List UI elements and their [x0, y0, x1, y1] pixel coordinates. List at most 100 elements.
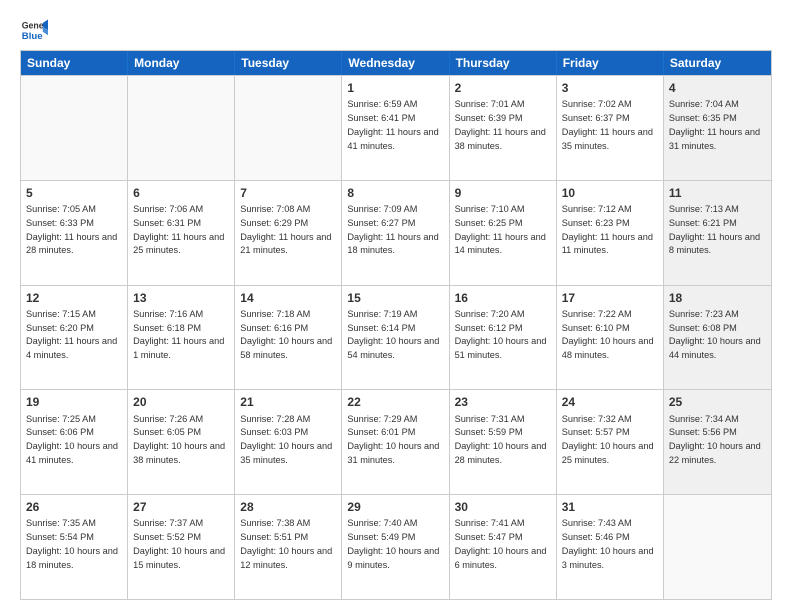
- calendar-cell-25: 25 Sunrise: 7:34 AM Sunset: 5:56 PM Dayli…: [664, 390, 771, 494]
- calendar-cell-15: 15 Sunrise: 7:19 AM Sunset: 6:14 PM Dayli…: [342, 286, 449, 390]
- calendar-cell-empty-2: [235, 76, 342, 180]
- day-number: 14: [240, 290, 336, 306]
- calendar-cell-19: 19 Sunrise: 7:25 AM Sunset: 6:06 PM Dayli…: [21, 390, 128, 494]
- calendar-cell-26: 26 Sunrise: 7:35 AM Sunset: 5:54 PM Dayli…: [21, 495, 128, 599]
- day-number: 13: [133, 290, 229, 306]
- calendar-cell-12: 12 Sunrise: 7:15 AM Sunset: 6:20 PM Dayli…: [21, 286, 128, 390]
- day-number: 17: [562, 290, 658, 306]
- day-info: Sunrise: 7:01 AM Sunset: 6:39 PM Dayligh…: [455, 99, 546, 150]
- calendar-body: 1 Sunrise: 6:59 AM Sunset: 6:41 PM Daylig…: [21, 75, 771, 599]
- day-number: 28: [240, 499, 336, 515]
- day-number: 24: [562, 394, 658, 410]
- day-number: 15: [347, 290, 443, 306]
- calendar-cell-14: 14Sunrise: 7:18 AM Sunset: 6:16 PM Dayli…: [235, 286, 342, 390]
- calendar-cell-30: 30 Sunrise: 7:41 AM Sunset: 5:47 PM Dayli…: [450, 495, 557, 599]
- day-info: Sunrise: 7:26 AM Sunset: 6:05 PM Dayligh…: [133, 414, 225, 465]
- day-number: 18: [669, 290, 766, 306]
- calendar-cell-24: 24 Sunrise: 7:32 AM Sunset: 5:57 PM Dayli…: [557, 390, 664, 494]
- day-number: 3: [562, 80, 658, 96]
- day-number: 11: [669, 185, 766, 201]
- day-number: 30: [455, 499, 551, 515]
- day-number: 26: [26, 499, 122, 515]
- day-info: Sunrise: 7:35 AM Sunset: 5:54 PM Dayligh…: [26, 518, 118, 569]
- day-info: Sunrise: 7:05 AM Sunset: 6:33 PM Dayligh…: [26, 204, 117, 255]
- calendar-cell-7: 7Sunrise: 7:08 AM Sunset: 6:29 PM Daylig…: [235, 181, 342, 285]
- day-number: 1: [347, 80, 443, 96]
- calendar-cell-3: 3 Sunrise: 7:02 AM Sunset: 6:37 PM Daylig…: [557, 76, 664, 180]
- day-info: Sunrise: 7:19 AM Sunset: 6:14 PM Dayligh…: [347, 309, 439, 360]
- page-header: General Blue: [20, 16, 772, 44]
- day-info: Sunrise: 7:16 AM Sunset: 6:18 PM Dayligh…: [133, 309, 224, 360]
- day-number: 6: [133, 185, 229, 201]
- day-number: 10: [562, 185, 658, 201]
- header-day-sunday: Sunday: [21, 51, 128, 75]
- calendar-cell-13: 13 Sunrise: 7:16 AM Sunset: 6:18 PM Dayli…: [128, 286, 235, 390]
- day-number: 16: [455, 290, 551, 306]
- calendar-cell-9: 9 Sunrise: 7:10 AM Sunset: 6:25 PM Daylig…: [450, 181, 557, 285]
- calendar-cell-empty-1: [128, 76, 235, 180]
- header-day-tuesday: Tuesday: [235, 51, 342, 75]
- day-info: Sunrise: 7:23 AM Sunset: 6:08 PM Dayligh…: [669, 309, 761, 360]
- calendar-cell-20: 20 Sunrise: 7:26 AM Sunset: 6:05 PM Dayli…: [128, 390, 235, 494]
- calendar-cell-5: 5 Sunrise: 7:05 AM Sunset: 6:33 PM Daylig…: [21, 181, 128, 285]
- day-number: 20: [133, 394, 229, 410]
- calendar-header: SundayMondayTuesdayWednesdayThursdayFrid…: [21, 51, 771, 75]
- day-info: Sunrise: 7:15 AM Sunset: 6:20 PM Dayligh…: [26, 309, 117, 360]
- calendar-cell-21: 21Sunrise: 7:28 AM Sunset: 6:03 PM Dayli…: [235, 390, 342, 494]
- day-info: Sunrise: 7:25 AM Sunset: 6:06 PM Dayligh…: [26, 414, 118, 465]
- calendar-cell-8: 8 Sunrise: 7:09 AM Sunset: 6:27 PM Daylig…: [342, 181, 449, 285]
- day-number: 2: [455, 80, 551, 96]
- day-number: 4: [669, 80, 766, 96]
- day-number: 19: [26, 394, 122, 410]
- calendar-cell-28: 28 Sunrise: 7:38 AM Sunset: 5:51 PM Dayli…: [235, 495, 342, 599]
- calendar-cell-17: 17 Sunrise: 7:22 AM Sunset: 6:10 PM Dayli…: [557, 286, 664, 390]
- day-info: Sunrise: 7:41 AM Sunset: 5:47 PM Dayligh…: [455, 518, 547, 569]
- svg-text:Blue: Blue: [22, 31, 43, 42]
- day-info: Sunrise: 7:22 AM Sunset: 6:10 PM Dayligh…: [562, 309, 654, 360]
- calendar-row-3: 19 Sunrise: 7:25 AM Sunset: 6:06 PM Dayli…: [21, 389, 771, 494]
- calendar-cell-18: 18 Sunrise: 7:23 AM Sunset: 6:08 PM Dayli…: [664, 286, 771, 390]
- day-number: 25: [669, 394, 766, 410]
- calendar-row-2: 12 Sunrise: 7:15 AM Sunset: 6:20 PM Dayli…: [21, 285, 771, 390]
- calendar-cell-23: 23Sunrise: 7:31 AM Sunset: 5:59 PM Dayli…: [450, 390, 557, 494]
- day-number: 31: [562, 499, 658, 515]
- day-info: Sunrise: 7:40 AM Sunset: 5:49 PM Dayligh…: [347, 518, 439, 569]
- header-day-saturday: Saturday: [664, 51, 771, 75]
- day-number: 27: [133, 499, 229, 515]
- day-info: Sunrise: 7:02 AM Sunset: 6:37 PM Dayligh…: [562, 99, 653, 150]
- day-number: 5: [26, 185, 122, 201]
- day-number: 21: [240, 394, 336, 410]
- calendar-cell-empty-6: [664, 495, 771, 599]
- calendar-row-1: 5 Sunrise: 7:05 AM Sunset: 6:33 PM Daylig…: [21, 180, 771, 285]
- day-info: Sunrise: 7:08 AM Sunset: 6:29 PM Dayligh…: [240, 204, 331, 255]
- day-info: Sunrise: 7:12 AM Sunset: 6:23 PM Dayligh…: [562, 204, 653, 255]
- calendar-cell-6: 6 Sunrise: 7:06 AM Sunset: 6:31 PM Daylig…: [128, 181, 235, 285]
- day-info: Sunrise: 7:37 AM Sunset: 5:52 PM Dayligh…: [133, 518, 225, 569]
- day-number: 12: [26, 290, 122, 306]
- day-info: Sunrise: 7:32 AM Sunset: 5:57 PM Dayligh…: [562, 414, 654, 465]
- calendar-cell-empty-0: [21, 76, 128, 180]
- calendar-cell-10: 10 Sunrise: 7:12 AM Sunset: 6:23 PM Dayli…: [557, 181, 664, 285]
- header-day-thursday: Thursday: [450, 51, 557, 75]
- calendar-row-0: 1 Sunrise: 6:59 AM Sunset: 6:41 PM Daylig…: [21, 75, 771, 180]
- day-number: 9: [455, 185, 551, 201]
- calendar-cell-4: 4Sunrise: 7:04 AM Sunset: 6:35 PM Daylig…: [664, 76, 771, 180]
- calendar-cell-31: 31 Sunrise: 7:43 AM Sunset: 5:46 PM Dayli…: [557, 495, 664, 599]
- calendar-cell-22: 22Sunrise: 7:29 AM Sunset: 6:01 PM Dayli…: [342, 390, 449, 494]
- header-day-wednesday: Wednesday: [342, 51, 449, 75]
- header-day-friday: Friday: [557, 51, 664, 75]
- day-info: Sunrise: 6:59 AM Sunset: 6:41 PM Dayligh…: [347, 99, 438, 150]
- day-info: Sunrise: 7:06 AM Sunset: 6:31 PM Dayligh…: [133, 204, 224, 255]
- day-number: 8: [347, 185, 443, 201]
- day-info: Sunrise: 7:20 AM Sunset: 6:12 PM Dayligh…: [455, 309, 547, 360]
- day-info: Sunrise: 7:09 AM Sunset: 6:27 PM Dayligh…: [347, 204, 438, 255]
- calendar-cell-29: 29Sunrise: 7:40 AM Sunset: 5:49 PM Dayli…: [342, 495, 449, 599]
- calendar-cell-2: 2 Sunrise: 7:01 AM Sunset: 6:39 PM Daylig…: [450, 76, 557, 180]
- header-day-monday: Monday: [128, 51, 235, 75]
- day-info: Sunrise: 7:34 AM Sunset: 5:56 PM Dayligh…: [669, 414, 761, 465]
- day-info: Sunrise: 7:10 AM Sunset: 6:25 PM Dayligh…: [455, 204, 546, 255]
- day-info: Sunrise: 7:43 AM Sunset: 5:46 PM Dayligh…: [562, 518, 654, 569]
- day-info: Sunrise: 7:38 AM Sunset: 5:51 PM Dayligh…: [240, 518, 332, 569]
- day-info: Sunrise: 7:29 AM Sunset: 6:01 PM Dayligh…: [347, 414, 439, 465]
- calendar-cell-11: 11Sunrise: 7:13 AM Sunset: 6:21 PM Dayli…: [664, 181, 771, 285]
